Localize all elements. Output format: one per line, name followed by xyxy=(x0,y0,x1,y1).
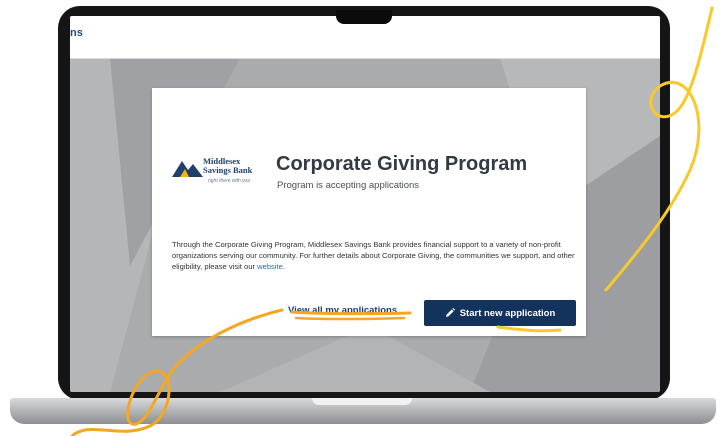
top-bar-text: ns xyxy=(70,27,83,39)
camera-notch xyxy=(336,10,392,24)
view-all-applications-button[interactable]: View all my applications xyxy=(288,305,397,316)
program-status: Program is accepting applications xyxy=(277,180,420,191)
description-text: Through the Corporate Giving Program, Mi… xyxy=(172,240,575,271)
program-card: Middlesex Savings Bank right there with … xyxy=(152,88,586,336)
middlesex-logo-icon: Middlesex Savings Bank right there with … xyxy=(172,156,268,196)
screen: ns Middlesex Savings Bank right there wi… xyxy=(70,16,660,392)
logo-tagline: right there with you xyxy=(208,178,251,184)
laptop-base-notch xyxy=(312,398,412,405)
description-suffix: . xyxy=(282,262,285,271)
program-title: Corporate Giving Program xyxy=(276,153,528,175)
start-new-application-label: Start new application xyxy=(459,307,556,319)
laptop-base xyxy=(10,398,716,424)
start-new-application-button[interactable]: Start new application xyxy=(424,300,576,326)
program-description: Through the Corporate Giving Program, Mi… xyxy=(172,239,576,272)
website-link[interactable]: website xyxy=(257,262,283,271)
pencil-icon xyxy=(445,308,455,317)
logo-name-line2: Savings Bank xyxy=(203,165,253,175)
